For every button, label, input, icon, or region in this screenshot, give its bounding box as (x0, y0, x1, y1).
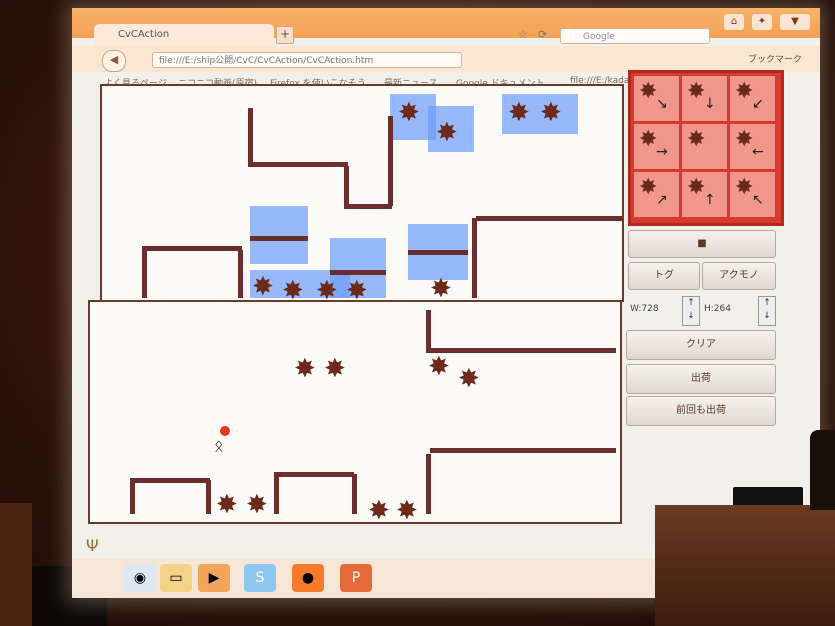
skype-icon[interactable]: S (244, 564, 276, 592)
ship-button[interactable]: 出荷 (626, 364, 776, 394)
toggle-button[interactable]: トグ (628, 262, 700, 290)
wall-block (472, 218, 477, 298)
water-surface (250, 236, 308, 241)
wall-block (352, 474, 357, 514)
wall-block (130, 478, 135, 514)
wall-block (238, 250, 243, 298)
spike-enemy: ✸ (540, 98, 562, 128)
clear-button[interactable]: クリア (626, 330, 776, 360)
url-bar[interactable]: file:///E:/ship公開/CvC/CvCAction/CvCActio… (152, 52, 462, 68)
spike-enemy: ✸ (436, 118, 458, 148)
direction-cell[interactable]: ✸ ↗ (634, 172, 679, 217)
home-icon[interactable]: ⌂ (724, 14, 744, 30)
podium (655, 505, 835, 626)
spike-enemy: ✸ (294, 354, 316, 384)
spike-enemy: ✸ (316, 276, 338, 302)
stage-editor-panel[interactable]: ✸ ✸ ✸ ✸ ✸ ✸ ✸ ✸ ✸ (100, 84, 624, 302)
spike-enemy: ✸ (428, 352, 450, 382)
direction-cell[interactable]: ✸ ↘ (634, 76, 679, 121)
wall-block (142, 248, 147, 298)
spike-enemy: ✸ (216, 490, 238, 520)
spike-enemy: ✸ (368, 496, 390, 524)
reload-icon[interactable]: ⟳ (538, 28, 547, 41)
new-tab-button[interactable]: + (276, 26, 294, 44)
direction-cell[interactable]: ✸ ↑ (682, 172, 727, 217)
stop-button[interactable]: ■ (628, 230, 776, 258)
spike-enemy: ✸ (398, 98, 420, 128)
deer-desktop-icon: Ψ (86, 536, 99, 555)
spike-enemy: ✸ (458, 364, 480, 394)
wall-block (142, 246, 242, 251)
direction-grid[interactable]: ✸ ↘ ✸ ↓ ✸ ↙ ✸ → ✸ ✸ ← ✸ ↗ ✸ ↑ ✸ ↖ (628, 70, 784, 226)
player-character (220, 426, 230, 436)
spike-enemy: ✸ (324, 354, 346, 384)
wall-block (248, 108, 253, 164)
width-label: W:728 (630, 304, 659, 314)
object-button[interactable]: アクモノ (702, 262, 776, 290)
addon-icon[interactable]: ✦ (752, 14, 772, 30)
wall-block (476, 216, 622, 221)
wall-block (344, 166, 349, 206)
start-icon[interactable]: ◉ (124, 564, 156, 592)
wall-block (388, 116, 393, 206)
direction-cell[interactable]: ✸ ↓ (682, 76, 727, 121)
spike-enemy: ✸ (508, 98, 530, 128)
height-stepper[interactable]: ↑ ↓ (758, 296, 776, 326)
spike-enemy: ✸ (396, 496, 418, 524)
spike-enemy: ✸ (252, 272, 274, 302)
direction-cell[interactable]: ✸ ↙ (730, 76, 775, 121)
spike-enemy: ✸ (282, 276, 304, 302)
wall-block (344, 204, 392, 209)
direction-cell[interactable]: ✸ ← (730, 124, 775, 169)
media-icon[interactable]: ▶ (198, 564, 230, 592)
water-tile (250, 206, 308, 264)
water-surface (408, 250, 468, 255)
wall-block (130, 478, 210, 483)
spike-enemy: ✸ (246, 490, 268, 520)
laptop (733, 487, 803, 507)
wall-block (274, 472, 354, 477)
wall-block (206, 480, 211, 514)
browser-tab[interactable]: CvCAction (94, 24, 274, 46)
firefox-icon[interactable]: ● (292, 564, 324, 592)
back-button[interactable]: ◀ (102, 50, 126, 72)
menu-icon[interactable]: ▼ (780, 14, 810, 30)
wall-block (426, 454, 431, 514)
wall-block (426, 310, 431, 350)
spike-enemy: ✸ (346, 276, 368, 302)
wall-block (248, 162, 348, 167)
wall-block (274, 474, 279, 514)
folder-icon[interactable]: ▭ (160, 564, 192, 592)
game-preview-panel[interactable]: ✸ ✸ ✸ ✸ ✸ ✸ ✸ ✸ ᛟ (88, 300, 622, 524)
water-surface (330, 270, 386, 275)
ship-previous-button[interactable]: 前回も出荷 (626, 396, 776, 426)
wall-block (426, 348, 616, 353)
paint-icon[interactable]: P (340, 564, 372, 592)
direction-cell[interactable]: ✸ (682, 124, 727, 169)
wooden-post (0, 503, 32, 626)
spike-enemy: ✸ (430, 274, 452, 302)
direction-cell[interactable]: ✸ ↖ (730, 172, 775, 217)
player-body: ᛟ (214, 436, 224, 455)
wall-block (430, 448, 616, 453)
star-icon[interactable]: ☆ (518, 28, 528, 41)
presenter-silhouette (810, 430, 835, 510)
bookmark-menu[interactable]: ブックマーク (748, 52, 802, 65)
width-stepper[interactable]: ↑ ↓ (682, 296, 700, 326)
search-input[interactable]: Google (560, 28, 710, 44)
height-label: H:264 (704, 304, 731, 314)
direction-cell[interactable]: ✸ → (634, 124, 679, 169)
